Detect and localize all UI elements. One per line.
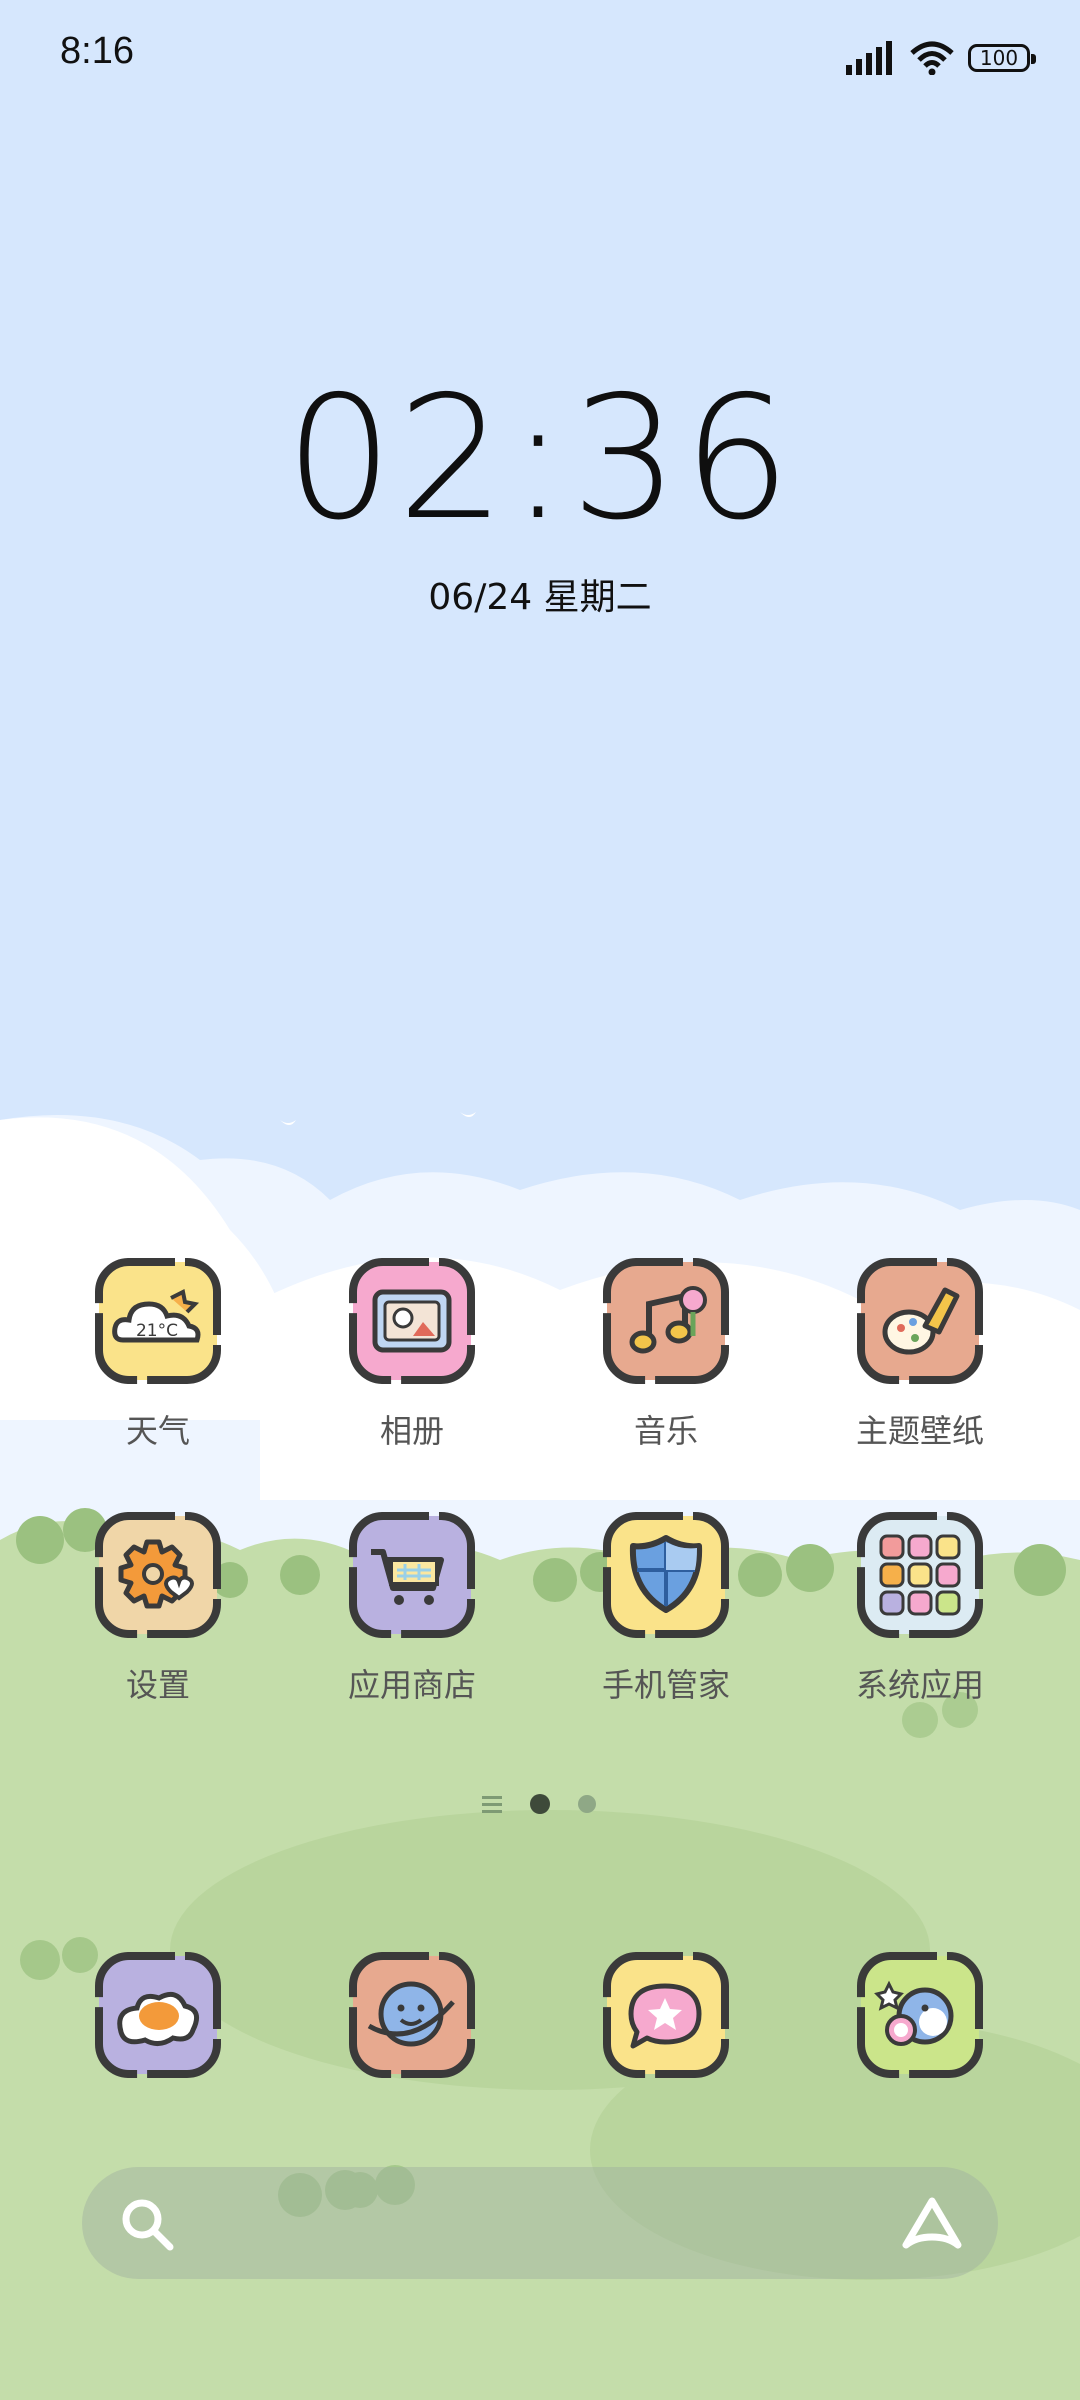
app-settings[interactable]: 设置 (38, 1510, 278, 1706)
dock-app-3[interactable] (546, 1950, 786, 2080)
assistant-icon[interactable] (900, 2195, 964, 2253)
app-label: 设置 (125, 1666, 190, 1704)
status-time: 8:16 (60, 30, 134, 72)
music-icon[interactable] (601, 1256, 731, 1386)
svg-text:21°C: 21°C (136, 1321, 178, 1341)
app-security[interactable]: 手机管家 (546, 1510, 786, 1706)
app-label: 相册 (379, 1412, 444, 1450)
page-dot (578, 1795, 596, 1813)
penguin-dock-icon[interactable] (855, 1950, 985, 2080)
dock-app-4[interactable] (800, 1950, 1040, 2080)
app-label: 天气 (125, 1412, 190, 1450)
status-icons: 100 (846, 36, 1036, 80)
app-weather[interactable]: 21°C 天气 (38, 1256, 278, 1452)
star-bubble-dock-icon[interactable] (601, 1950, 731, 2080)
theme-wallpaper-icon[interactable] (855, 1256, 985, 1386)
app-gallery[interactable]: 相册 (292, 1256, 532, 1452)
status-bar: 8:16 100 (0, 0, 1080, 110)
app-app-store[interactable]: 应用商店 (292, 1510, 532, 1706)
search-bar[interactable] (82, 2167, 998, 2279)
dock-app-2[interactable] (292, 1950, 532, 2080)
app-theme-wallpaper[interactable]: 主题壁纸 (800, 1256, 1040, 1452)
settings-icon[interactable] (93, 1510, 223, 1640)
egg-dock-icon[interactable] (93, 1950, 223, 2080)
signal-icon (846, 41, 892, 75)
wifi-icon (910, 41, 954, 75)
battery-icon: 100 (968, 44, 1036, 72)
app-system-apps-folder[interactable]: 系统应用 (800, 1510, 1040, 1706)
clock-widget-date[interactable]: 06/24 星期二 (0, 568, 1080, 620)
security-icon[interactable] (601, 1510, 731, 1640)
clock-widget-time[interactable]: 02:36 (0, 360, 1080, 558)
app-label: 手机管家 (601, 1666, 730, 1704)
app-label: 应用商店 (347, 1666, 476, 1704)
system-apps-folder-icon[interactable] (855, 1510, 985, 1640)
page-dot-active (530, 1794, 550, 1814)
app-music[interactable]: 音乐 (546, 1256, 786, 1452)
app-store-icon[interactable] (347, 1510, 477, 1640)
weather-icon[interactable]: 21°C (93, 1256, 223, 1386)
app-label: 音乐 (633, 1412, 698, 1450)
app-label: 主题壁纸 (855, 1412, 984, 1450)
search-icon[interactable] (118, 2195, 176, 2253)
gallery-icon[interactable] (347, 1256, 477, 1386)
planet-dock-icon[interactable] (347, 1950, 477, 2080)
dock-app-1[interactable] (38, 1950, 278, 2080)
minus-one-screen-indicator (482, 1796, 502, 1813)
page-indicator (0, 1792, 1080, 1816)
app-label: 系统应用 (855, 1666, 984, 1704)
